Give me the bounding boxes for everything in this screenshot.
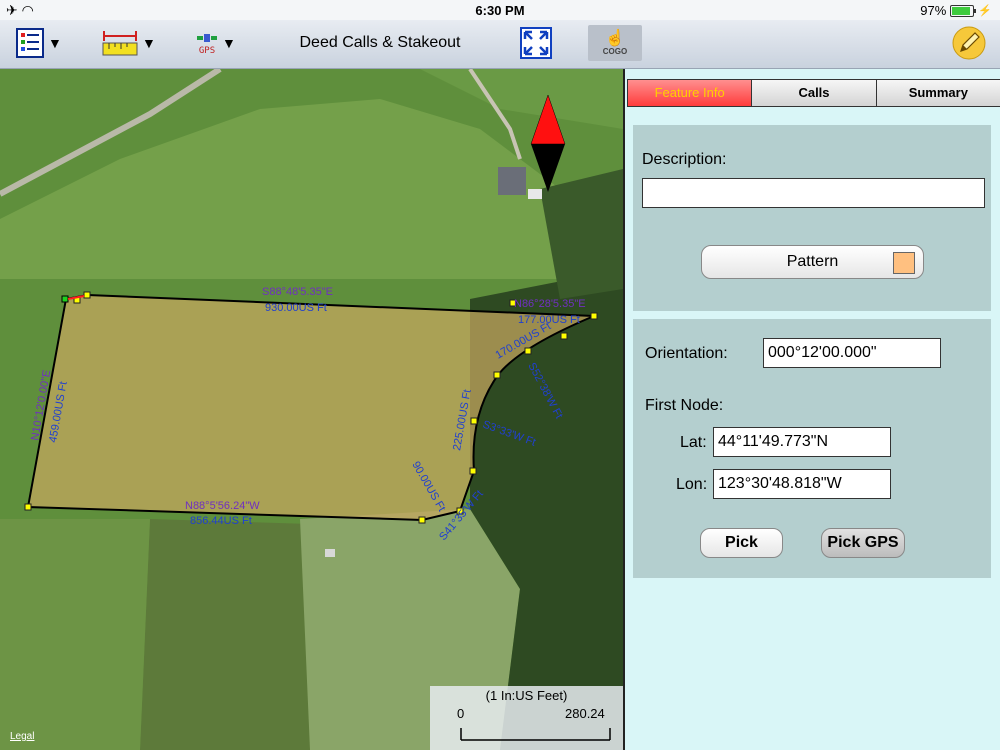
lat-field[interactable]: 44°11'49.773"N: [713, 427, 891, 457]
scale-end: 280.24: [565, 706, 605, 721]
bottom-bearing-label: N88°5'56.24"W: [185, 500, 260, 512]
tab-summary[interactable]: Summary: [876, 80, 1000, 106]
lon-field[interactable]: 123°30'48.818"W: [713, 469, 891, 499]
first-node-label: First Node:: [645, 397, 724, 414]
pick-button[interactable]: Pick: [700, 528, 783, 558]
battery-icon: [950, 4, 977, 17]
orientation-field[interactable]: 000°12'00.000": [763, 338, 941, 368]
cogo-button[interactable]: ☝ COGO: [588, 25, 642, 61]
lon-label: Lon:: [676, 476, 708, 493]
map-view[interactable]: S88°48'5.35"E 930.00US Ft N86°28'5.35"E …: [0, 69, 623, 750]
scale-line: [460, 728, 611, 741]
pattern-button[interactable]: Pattern: [701, 245, 924, 279]
scale-bar: (1 In:US Feet) 0 280.24: [430, 686, 623, 750]
gps-button[interactable]: GPS ▼: [196, 26, 236, 60]
battery-percent: 97%: [920, 3, 947, 18]
node-section: Orientation: 000°12'00.000" First Node: …: [633, 319, 991, 578]
top-bearing-label: S88°48'5.35"E: [262, 286, 333, 298]
feature-panel: Feature Info Calls Summary Description: …: [623, 69, 1000, 750]
edit-button[interactable]: [952, 26, 986, 60]
gps-label: GPS: [198, 46, 216, 56]
page-title: Deed Calls & Stakeout: [299, 34, 461, 51]
measure-ruler-icon: [102, 31, 138, 56]
tab-bar: Feature Info Calls Summary: [627, 79, 1000, 107]
tab-calls[interactable]: Calls: [752, 80, 877, 106]
orientation-label: Orientation:: [645, 345, 728, 362]
charging-icon: ⚡: [978, 5, 992, 17]
lat-label: Lat:: [680, 434, 707, 451]
legal-link[interactable]: Legal: [10, 731, 34, 742]
chevron-down-icon: ▼: [142, 35, 156, 51]
satellite-map[interactable]: S88°48'5.35"E 930.00US Ft N86°28'5.35"E …: [0, 69, 623, 750]
description-label: Description:: [642, 151, 727, 168]
fullscreen-button[interactable]: [520, 26, 552, 60]
pencil-icon: [952, 26, 986, 60]
scale-start: 0: [457, 706, 465, 721]
scale-title: (1 In:US Feet): [485, 688, 568, 703]
bottom-distance-label: 856.44US Ft: [190, 515, 252, 527]
ne-bearing-label: N86°28'5.35"E: [514, 298, 586, 310]
top-distance-label: 930.00US Ft: [265, 302, 327, 314]
status-bar: ✈ ◠ 6:30 PM 97% ⚡: [0, 0, 1000, 20]
fullscreen-icon: [520, 27, 552, 59]
pick-gps-button[interactable]: Pick GPS: [821, 528, 905, 558]
chevron-down-icon: ▼: [48, 35, 62, 51]
toolbar: ▼ ▼ GPS ▼ Deed Calls & Stakeout ☝ COGO: [0, 20, 1000, 69]
layers-list-icon: [16, 28, 44, 58]
measure-button[interactable]: ▼: [102, 26, 156, 60]
chevron-down-icon: ▼: [222, 35, 236, 51]
status-time: 6:30 PM: [475, 3, 525, 18]
description-field[interactable]: [642, 178, 985, 208]
gps-satellite-icon: [197, 34, 217, 42]
pattern-label: Pattern: [786, 253, 839, 270]
pattern-swatch: [893, 252, 915, 274]
tab-feature-info[interactable]: Feature Info: [628, 80, 753, 106]
cogo-label: COGO: [602, 46, 628, 56]
layers-button[interactable]: ▼: [16, 26, 62, 60]
cogo-pointer-icon: ☝: [605, 29, 625, 47]
description-section: Description: Pattern: [633, 125, 991, 311]
